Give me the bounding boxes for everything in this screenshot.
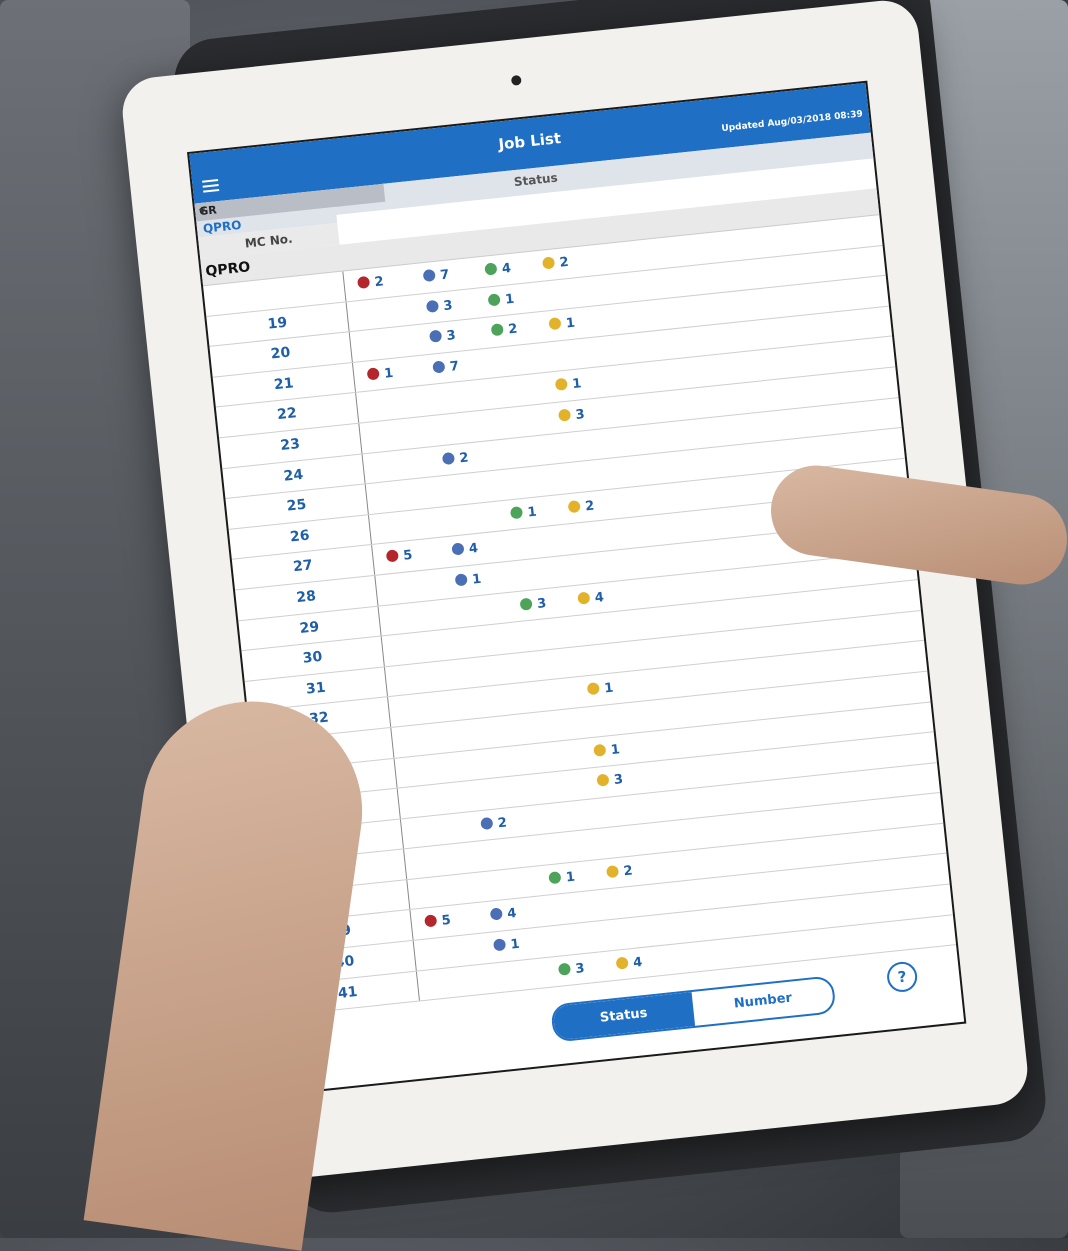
status-dot-icon	[441, 451, 456, 465]
status-count-value: 2	[584, 498, 596, 515]
status-count-value: 1	[504, 291, 515, 308]
help-icon[interactable]: ?	[885, 960, 919, 994]
status-count-value: 3	[445, 328, 457, 345]
status-count-value: 2	[497, 815, 508, 831]
status-count-yellow[interactable]: 3	[596, 765, 687, 790]
status-dot-icon	[366, 367, 380, 381]
status-count-value: 4	[506, 906, 518, 923]
status-dot-icon	[557, 408, 572, 422]
status-count-value: 3	[574, 960, 586, 977]
status-header-label: Status	[513, 170, 559, 190]
status-count-blue[interactable]: 2	[480, 808, 571, 833]
status-count-value: 2	[558, 254, 570, 271]
status-count-yellow[interactable]: 4	[615, 948, 707, 973]
status-toggle-button[interactable]: Status	[552, 992, 696, 1041]
camera-icon	[510, 74, 522, 86]
status-dot-icon	[489, 907, 503, 922]
status-count-value: 1	[471, 571, 483, 588]
status-dot-icon	[429, 329, 443, 343]
status-dot-icon	[548, 870, 562, 885]
status-dot-icon	[356, 275, 371, 290]
status-dot-icon	[554, 378, 568, 392]
status-count-yellow[interactable]: 3	[557, 400, 649, 425]
status-count-yellow[interactable]: 2	[605, 857, 697, 882]
status-count-value: 4	[468, 541, 479, 558]
status-count-value: 1	[509, 936, 521, 953]
status-count-yellow[interactable]: 1	[554, 370, 646, 395]
status-count-value: 4	[594, 589, 605, 606]
status-count-yellow[interactable]: 1	[586, 674, 678, 699]
status-count-yellow[interactable]: 1	[548, 309, 639, 334]
status-dot-icon	[484, 262, 498, 276]
status-dot-icon	[596, 773, 610, 787]
status-count-yellow[interactable]: 4	[577, 583, 668, 608]
status-count-blue[interactable]: 2	[441, 443, 533, 468]
status-dot-icon	[422, 268, 436, 283]
status-count-value: 1	[526, 504, 538, 521]
status-dot-icon	[548, 317, 562, 331]
status-count-value: 7	[439, 267, 451, 284]
status-count-value: 4	[632, 954, 643, 971]
status-count-value: 4	[501, 260, 512, 277]
status-dot-icon	[432, 360, 446, 374]
status-dot-icon	[593, 743, 607, 757]
status-count-blue[interactable]: 1	[492, 930, 584, 955]
status-count-yellow[interactable]: 2	[541, 248, 633, 273]
status-count-blue[interactable]: 4	[489, 900, 581, 925]
status-dot-icon	[541, 256, 556, 270]
status-count-value: 3	[613, 772, 624, 789]
status-dot-icon	[490, 323, 504, 337]
status-dot-icon	[454, 573, 468, 587]
status-dot-icon	[424, 914, 438, 928]
status-count-blue[interactable]: 7	[432, 352, 523, 377]
status-count-value: 2	[507, 321, 519, 338]
status-count-yellow[interactable]: 2	[567, 492, 659, 517]
status-dot-icon	[492, 938, 507, 952]
status-count-blue[interactable]: 4	[451, 535, 542, 560]
status-count-value: 3	[574, 407, 586, 423]
status-dot-icon	[385, 549, 399, 563]
status-dot-icon	[577, 591, 591, 605]
status-count-value: 2	[622, 863, 634, 880]
status-count-yellow[interactable]: 1	[593, 735, 684, 760]
status-dot-icon	[615, 956, 629, 970]
status-dot-icon	[557, 962, 572, 976]
status-count-green[interactable]: 1	[487, 285, 578, 310]
status-dot-icon	[605, 864, 620, 879]
status-count-value: 5	[441, 913, 452, 930]
status-count-value: 1	[610, 741, 621, 758]
status-dot-icon	[480, 816, 494, 830]
status-dot-icon	[509, 505, 524, 520]
status-count-value: 1	[565, 869, 576, 886]
status-dot-icon	[567, 499, 581, 513]
status-count-value: 1	[603, 680, 615, 697]
status-count-blue[interactable]: 1	[454, 565, 546, 590]
status-count-value: 2	[373, 274, 385, 291]
status-count-value: 7	[449, 358, 460, 375]
number-toggle-button[interactable]: Number	[692, 977, 835, 1025]
status-count-value: 1	[383, 365, 395, 382]
status-dot-icon	[487, 292, 501, 307]
status-dot-icon	[425, 299, 440, 313]
status-count-value: 5	[402, 548, 414, 565]
status-dot-icon	[519, 597, 533, 611]
status-count-value: 1	[565, 315, 576, 332]
status-count-value: 3	[536, 595, 547, 612]
status-dot-icon	[451, 542, 465, 556]
status-count-value: 1	[571, 376, 583, 393]
status-count-value: 3	[442, 297, 454, 314]
view-toggle: Status Number	[550, 975, 837, 1043]
status-count-value: 2	[458, 450, 470, 466]
status-dot-icon	[586, 682, 600, 696]
